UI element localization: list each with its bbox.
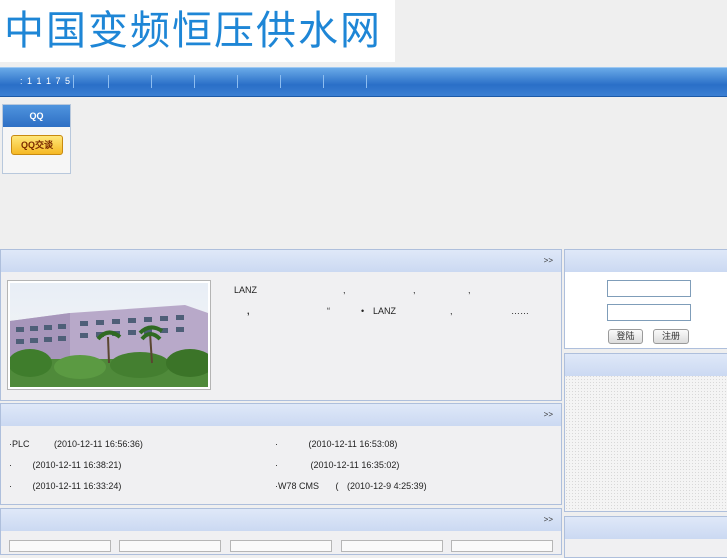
username-input[interactable] (607, 280, 691, 297)
side-content-panel (564, 353, 727, 512)
qq-widget-title: QQ (3, 105, 70, 127)
news-title[interactable]: · (9, 481, 12, 491)
login-button[interactable]: 登陆 (608, 329, 643, 344)
intro-text-punct: , (468, 285, 471, 295)
password-input[interactable] (607, 304, 691, 321)
nav-separator (194, 75, 195, 88)
intro-text-word: LANZ (234, 285, 258, 295)
intro-text-punct: , (247, 306, 250, 316)
news-item[interactable]: · (2010-12-11 16:33:24) (9, 481, 121, 491)
news-item[interactable]: · (2010-12-11 16:35:02) (275, 460, 399, 470)
product-thumbnail[interactable] (341, 540, 443, 552)
nav-separator (323, 75, 324, 88)
news-extra: ( (335, 481, 339, 491)
qq-chat-button[interactable]: QQ交谈 (11, 135, 63, 155)
nav-hotline: : 1 1 1 7 5 (20, 76, 72, 86)
site-logo[interactable]: 中国变频恒压供水网 (0, 0, 395, 62)
product-thumbnail[interactable] (9, 540, 111, 552)
main-nav-bar: : 1 1 1 7 5 (0, 67, 727, 97)
intro-text-punct: “ (327, 306, 330, 316)
intro-text-punct: • (361, 306, 365, 316)
intro-text-punct: , (413, 285, 416, 295)
product-thumbnail[interactable] (230, 540, 332, 552)
intro-text-punct: , (343, 285, 346, 295)
register-button[interactable]: 注册 (653, 329, 689, 344)
panel-header (565, 517, 727, 539)
news-date: (2010-12-11 16:33:24) (32, 481, 122, 491)
panel-header: >> (1, 250, 561, 272)
more-link[interactable]: >> (544, 256, 553, 265)
news-item[interactable]: · (2010-12-11 16:53:08) (275, 439, 397, 449)
news-title[interactable]: · (9, 460, 12, 470)
side-bottom-panel (564, 516, 727, 558)
news-date: (2010-12-11 16:35:02) (310, 460, 400, 470)
news-item[interactable]: ·PLC (2010-12-11 16:56:36) (9, 439, 143, 449)
news-title[interactable]: ·W78 CMS (275, 481, 319, 491)
news-title[interactable]: · (275, 460, 278, 470)
panel-header: >> (1, 404, 561, 426)
products-panel: >> (0, 508, 562, 555)
product-thumbnail[interactable] (119, 540, 221, 552)
nav-separator (73, 75, 74, 88)
news-date: (2010-12-11 16:53:08) (308, 439, 398, 449)
news-date: (2010-12-9 4:25:39) (347, 481, 427, 491)
qq-widget: QQ QQ交谈 (2, 104, 71, 174)
news-title[interactable]: · (275, 439, 278, 449)
nav-separator (108, 75, 109, 88)
factory-photo-image (8, 283, 214, 387)
news-panel: >> ·PLC (2010-12-11 16:56:36) · (2010-12… (0, 403, 562, 505)
nav-separator (366, 75, 367, 88)
panel-header (565, 354, 727, 376)
nav-separator (237, 75, 238, 88)
login-panel: 登陆 注册 (564, 249, 727, 349)
intro-text-punct: , (450, 306, 453, 316)
company-intro-panel: >> LANZ , , , , “ • LANZ , …… (0, 249, 562, 401)
factory-photo (7, 280, 214, 390)
more-link[interactable]: >> (544, 515, 553, 524)
product-thumbnail[interactable] (451, 540, 553, 552)
nav-separator (151, 75, 152, 88)
panel-header (565, 250, 727, 272)
news-item[interactable]: ·W78 CMS ( (2010-12-9 4:25:39) (275, 481, 427, 491)
panel-header: >> (1, 509, 561, 531)
news-date: (2010-12-11 16:38:21) (32, 460, 122, 470)
news-item[interactable]: · (2010-12-11 16:38:21) (9, 460, 121, 470)
nav-separator (280, 75, 281, 88)
news-title[interactable]: ·PLC (9, 439, 30, 449)
more-link[interactable]: >> (544, 410, 553, 419)
logo-text: 中国变频恒压供水网 (4, 8, 382, 54)
intro-text-word: LANZ (373, 306, 397, 316)
news-date: (2010-12-11 16:56:36) (54, 439, 143, 449)
intro-read-more[interactable]: …… (511, 306, 529, 316)
